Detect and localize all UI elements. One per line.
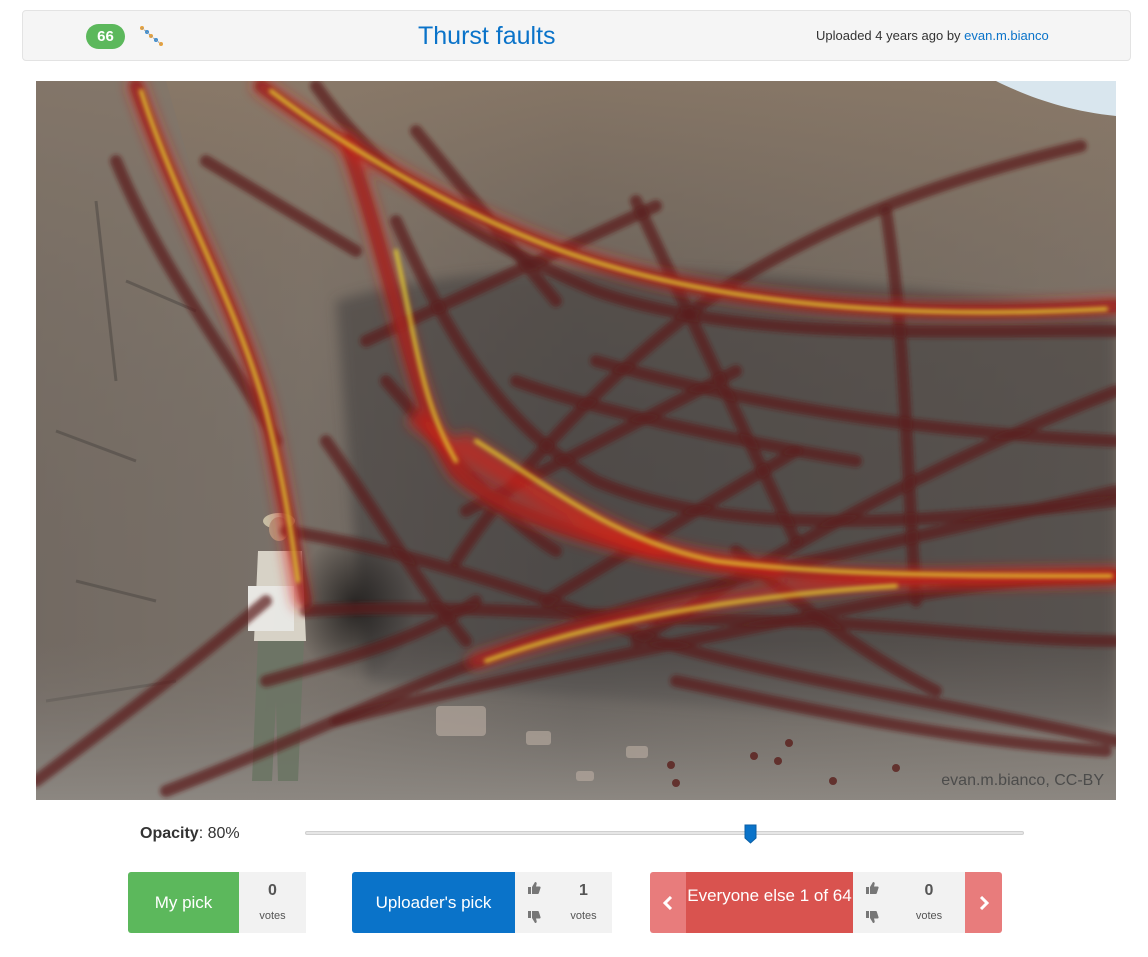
my-pick-group: My pick 0 votes: [128, 872, 306, 933]
uploaded-text: Uploaded 4 years ago by: [816, 28, 961, 43]
opacity-slider-handle[interactable]: [744, 824, 757, 844]
opacity-value: : 80%: [198, 825, 240, 842]
everyone-else-group: Everyone else 1 of 64 0 votes: [650, 872, 1002, 933]
everyone-else-vote-controls: [853, 872, 893, 933]
opacity-label: Opacity: 80%: [140, 825, 240, 843]
uploader-link[interactable]: evan.m.bianco: [964, 28, 1049, 43]
chevron-left-icon: [663, 895, 673, 910]
image-title[interactable]: Thurst faults: [418, 21, 556, 51]
my-pick-vote-count: 0: [268, 882, 277, 899]
image-credit-watermark: evan.m.bianco, CC-BY: [941, 772, 1104, 789]
everyone-else-votes-label: votes: [915, 910, 943, 922]
opacity-label-text: Opacity: [140, 825, 199, 842]
my-pick-votes-label: votes: [259, 910, 286, 922]
uploader-pick-vote-controls: [515, 872, 555, 933]
thumbs-up-icon[interactable]: [865, 881, 879, 895]
interpretation-count-badge: 66: [86, 24, 125, 49]
my-pick-votes: 0 votes: [239, 872, 306, 933]
thumbs-up-icon[interactable]: [527, 881, 541, 895]
uploader-pick-group: Uploader's pick 1 votes: [352, 872, 612, 933]
upload-info: Uploaded 4 years ago by evan.m.bianco: [816, 28, 1049, 44]
previous-pick-button[interactable]: [650, 872, 686, 933]
uploaders-pick-button[interactable]: Uploader's pick: [352, 872, 515, 933]
image-header: 66 Thurst faults Uploaded 4 years ago by…: [22, 10, 1131, 61]
uploader-pick-votes: 1 votes: [555, 872, 612, 933]
next-pick-button[interactable]: [965, 872, 1002, 933]
everyone-else-votes: 0 votes: [893, 872, 965, 933]
my-pick-button[interactable]: My pick: [128, 872, 239, 933]
opacity-slider-track[interactable]: [305, 831, 1024, 835]
uploader-pick-vote-count: 1: [579, 882, 588, 899]
interpretation-line-icon: [140, 26, 163, 46]
thumbs-down-icon[interactable]: [865, 910, 879, 924]
thumbs-down-icon[interactable]: [527, 910, 541, 924]
chevron-right-icon: [979, 895, 989, 910]
everyone-else-vote-count: 0: [924, 882, 934, 899]
uploader-pick-votes-label: votes: [570, 910, 597, 922]
outcrop-photo-overlay: [36, 81, 1116, 800]
everyone-else-pick-button[interactable]: Everyone else 1 of 64: [686, 872, 853, 933]
outcrop-image[interactable]: evan.m.bianco, CC-BY: [36, 81, 1116, 800]
